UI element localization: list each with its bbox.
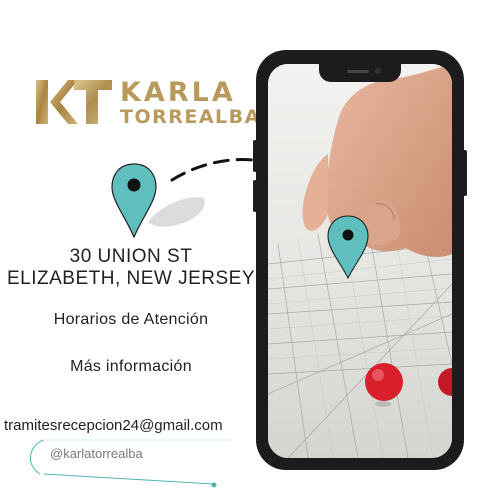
- location-pin-icon: [111, 163, 157, 239]
- phone-side-button-left: [253, 140, 257, 172]
- phone-speaker: [347, 70, 369, 73]
- map-photo: [268, 64, 452, 458]
- social-handle[interactable]: @karlatorrealba: [50, 446, 143, 461]
- phone-frame: [256, 50, 464, 470]
- phone-side-button-right: [463, 150, 467, 196]
- hours-link[interactable]: Horarios de Atención: [0, 311, 262, 329]
- brand-logo: KARLA TORREALBA: [34, 76, 259, 130]
- address-street: 30 UNION ST: [69, 246, 193, 267]
- kt-monogram-icon: [36, 80, 112, 124]
- phone-screen: [268, 64, 452, 458]
- phone-notch: [319, 64, 401, 82]
- brand-name-last: TORREALBA: [120, 106, 261, 128]
- address-city: ELIZABETH, NEW JERSEY: [6, 268, 256, 289]
- pin-shadow: [148, 197, 205, 227]
- contact-email[interactable]: tramitesrecepcion24@gmail.com: [4, 417, 223, 434]
- phone-camera: [375, 68, 381, 74]
- more-info-link[interactable]: Más información: [0, 358, 262, 376]
- brand-name-first: KARLA: [120, 77, 236, 108]
- phone-side-button-left-2: [253, 180, 257, 212]
